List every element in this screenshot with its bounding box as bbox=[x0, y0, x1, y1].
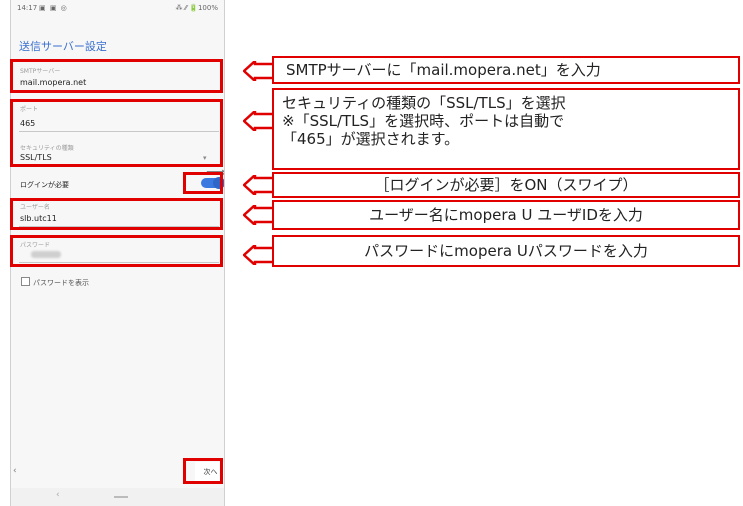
navigation-bar: ‹ bbox=[11, 488, 224, 506]
show-password-row[interactable]: パスワードを表示 bbox=[21, 277, 89, 288]
callout-text: SMTPサーバーに「mail.mopera.net」を入力 bbox=[286, 61, 601, 79]
highlight-username bbox=[10, 198, 223, 230]
login-required-label: ログインが必要 bbox=[20, 181, 69, 189]
pointer-arrow-icon bbox=[243, 175, 273, 195]
callout-text: 「465」が選択されます。 bbox=[282, 130, 460, 148]
battery-status: ⁂ ⁄⁄ 🔋100% bbox=[175, 4, 218, 12]
callout-text: ［ログインが必要］をON（スワイプ） bbox=[374, 176, 638, 194]
nav-home-icon[interactable] bbox=[114, 496, 128, 498]
pointer-arrow-icon bbox=[243, 61, 273, 81]
status-bar: 14:17 ▣ ▣ ◎ ⁂ ⁄⁄ 🔋100% bbox=[11, 0, 224, 16]
callout-text: セキュリティの種類の「SSL/TLS」を選択 bbox=[282, 94, 566, 112]
callout-username: ユーザー名にmopera U ユーザIDを入力 bbox=[272, 200, 740, 230]
callout-password: パスワードにmopera Uパスワードを入力 bbox=[272, 235, 740, 267]
callout-security: セキュリティの種類の「SSL/TLS」を選択 ※「SSL/TLS」を選択時、ポー… bbox=[272, 88, 740, 170]
callout-text: ※「SSL/TLS」を選択時、ポートは自動で bbox=[282, 112, 565, 130]
page-title: 送信サーバー設定 bbox=[19, 40, 107, 53]
callout-login: ［ログインが必要］をON（スワイプ） bbox=[272, 172, 740, 198]
pointer-arrow-icon bbox=[243, 205, 273, 225]
highlight-smtp bbox=[10, 59, 223, 93]
callout-text: ユーザー名にmopera U ユーザIDを入力 bbox=[369, 206, 643, 224]
callout-smtp: SMTPサーバーに「mail.mopera.net」を入力 bbox=[272, 56, 740, 84]
highlight-security bbox=[10, 99, 223, 167]
pointer-arrow-icon bbox=[243, 111, 273, 131]
show-password-label: パスワードを表示 bbox=[33, 279, 89, 287]
notification-icons: ▣ ▣ ◎ bbox=[39, 4, 68, 12]
callout-text: パスワードにmopera Uパスワードを入力 bbox=[364, 242, 648, 260]
highlight-next-button bbox=[183, 458, 223, 484]
nav-back-icon[interactable]: ‹ bbox=[56, 490, 60, 500]
highlight-login-toggle bbox=[183, 172, 223, 194]
pointer-arrow-icon bbox=[243, 245, 273, 265]
show-password-checkbox[interactable] bbox=[21, 277, 30, 286]
back-chevron-icon[interactable]: ‹ bbox=[13, 466, 17, 476]
status-time: 14:17 bbox=[17, 4, 38, 12]
highlight-password bbox=[10, 235, 223, 267]
